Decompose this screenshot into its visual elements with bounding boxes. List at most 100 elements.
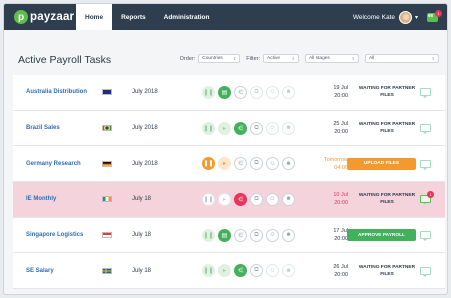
table-row[interactable]: Australia Distribution July 2018 ❚❚ ▤ ⋲ … [13, 75, 445, 111]
stages-select[interactable]: All stages ⇕ [305, 54, 359, 63]
due-date-time: 20:00 [334, 200, 348, 207]
pause-icon[interactable]: ❚❚ [202, 157, 215, 171]
flag-germany-icon [102, 160, 112, 167]
share-icon[interactable]: ⋲ [234, 121, 247, 135]
play-icon[interactable]: ▸ [218, 264, 231, 278]
share-icon[interactable]: ⋲ [234, 264, 247, 278]
flag-sweden-icon [102, 267, 112, 274]
document-icon[interactable]: ▤ [218, 85, 231, 99]
due-date: Tomorrow 04:00 [302, 156, 348, 172]
welcome-text: Welcome Kate [352, 13, 395, 21]
table-row[interactable]: Singapore Logistics July 18 ❚❚ ▤ ⋲ ⧉ ☺ ☻… [13, 217, 445, 254]
avatar[interactable] [398, 10, 412, 24]
comment-icon[interactable] [420, 124, 431, 135]
people-icon[interactable]: ☺ [266, 157, 279, 171]
user-area: Welcome Kate ▾ 98 1 [352, 10, 442, 24]
people-icon[interactable]: ☺ [266, 228, 279, 242]
status-text: WAITING FOR PARTNER FILES [358, 86, 416, 99]
task-name-link[interactable]: SE Salary [26, 268, 54, 274]
play-icon[interactable]: ▸ [218, 157, 231, 171]
action-buttons: ❚❚ ▸ ⋲ ⧉ ☺ ☻ [202, 192, 298, 206]
chevron-down-icon: ⇕ [351, 56, 355, 61]
all-select[interactable]: All ⇕ [365, 54, 439, 63]
people-icon[interactable]: ☺ [266, 192, 279, 206]
copy-icon[interactable]: ⧉ [250, 85, 263, 99]
share-icon[interactable]: ⋲ [234, 85, 247, 99]
pause-icon[interactable]: ❚❚ [202, 85, 215, 99]
share-icon[interactable]: ⋲ [234, 228, 247, 242]
flag-singapore-icon [102, 232, 112, 239]
task-name-link[interactable]: Germany Research [26, 161, 81, 167]
due-date: 25 Jul 20:00 [302, 120, 348, 136]
app-window: p payzaar Home Reports Administration We… [3, 3, 448, 295]
page-title: Active Payroll Tasks [18, 54, 112, 66]
copy-icon[interactable]: ⧉ [250, 157, 263, 171]
pause-icon[interactable]: ❚❚ [202, 121, 215, 135]
comment-badge: 1 [427, 190, 434, 198]
pause-icon[interactable]: ❚❚ [202, 264, 215, 278]
task-name-link[interactable]: IE Monthly [26, 196, 56, 202]
due-date-time: 20:00 [334, 271, 348, 278]
user-group-icon[interactable]: ☻ [282, 85, 295, 99]
due-date: 10 Jul 20:00 [302, 191, 348, 207]
payzaar-logo[interactable]: p payzaar [14, 10, 76, 24]
play-icon[interactable]: ▸ [218, 192, 231, 206]
table-row[interactable]: Brazil Sales July 2018 ❚❚ ▸ ⋲ ⧉ ☺ ☻ 25 J… [13, 110, 445, 147]
due-date-time: 20:00 [334, 93, 348, 100]
task-name-link[interactable]: Singapore Logistics [26, 232, 83, 238]
filter-label: Filter: [246, 55, 260, 62]
task-name-link[interactable]: Brazil Sales [26, 125, 60, 131]
notification-badge: 1 [435, 10, 442, 17]
due-date: 26 Jul 20:00 [302, 263, 348, 279]
logo-mark-icon: p [14, 10, 28, 24]
status-text: WAITING FOR PARTNER FILES [358, 264, 416, 277]
task-name-link[interactable]: Australia Distribution [26, 89, 87, 95]
copy-icon[interactable]: ⧉ [250, 192, 263, 206]
action-buttons: ❚❚ ▸ ⋲ ⧉ ☺ ☻ [202, 121, 298, 135]
tab-administration[interactable]: Administration [155, 4, 219, 30]
user-group-icon[interactable]: ☻ [282, 121, 295, 135]
play-icon[interactable]: ▸ [218, 121, 231, 135]
filter-bar: Order: Countries ⇕ Filter: Active ⇕ All st… [180, 54, 439, 63]
user-group-icon[interactable]: ☻ [282, 228, 295, 242]
flag-australia-icon [102, 89, 112, 96]
pause-icon[interactable]: ❚❚ [202, 192, 215, 206]
filter-select[interactable]: Active ⇕ [263, 54, 299, 63]
table-row[interactable]: IE Monthly July 18 ❚❚ ▸ ⋲ ⧉ ☺ ☻ 10 Jul 20… [13, 182, 445, 218]
payroll-period: July 2018 [132, 160, 158, 167]
comment-icon[interactable] [420, 159, 431, 170]
share-icon[interactable]: ⋲ [234, 192, 247, 206]
filter-select-value: Active [267, 56, 281, 61]
table-row[interactable]: Germany Research July 2018 ❚❚ ▸ ⋲ ⧉ ☺ ☻ … [13, 146, 445, 183]
table-row[interactable]: SE Salary July 18 ❚❚ ▸ ⋲ ⧉ ☺ ☻ 26 Jul 20:… [13, 253, 445, 290]
copy-icon[interactable]: ⧉ [250, 228, 263, 242]
due-date-day: 19 Jul [333, 85, 348, 92]
due-date: 19 Jul 20:00 [302, 84, 348, 100]
notifications-icon[interactable]: 98 1 [427, 10, 442, 23]
status-text: WAITING FOR PARTNER FILES [358, 122, 416, 135]
flag-brazil-icon [102, 125, 112, 132]
comment-icon[interactable] [420, 231, 431, 242]
order-select[interactable]: Countries ⇕ [198, 54, 241, 63]
people-icon[interactable]: ☺ [266, 85, 279, 99]
document-icon[interactable]: ▤ [218, 228, 231, 242]
tab-home[interactable]: Home [76, 4, 113, 30]
chevron-down-icon[interactable]: ▾ [415, 14, 418, 21]
user-group-icon[interactable]: ☻ [282, 264, 295, 278]
due-date-day: 10 Jul [333, 192, 348, 199]
comment-icon[interactable] [420, 266, 431, 277]
logo-text: payzaar [30, 11, 75, 23]
people-icon[interactable]: ☺ [266, 264, 279, 278]
people-icon[interactable]: ☺ [266, 121, 279, 135]
user-group-icon[interactable]: ☻ [282, 157, 295, 171]
share-icon[interactable]: ⋲ [234, 157, 247, 171]
upload-files-button[interactable]: UPLOAD FILES [347, 157, 416, 170]
comment-icon[interactable] [420, 88, 431, 99]
approve-payroll-button[interactable]: APPROVE PAYROLL [347, 229, 416, 242]
user-group-icon[interactable]: ☻ [282, 192, 295, 206]
pause-icon[interactable]: ❚❚ [202, 228, 215, 242]
copy-icon[interactable]: ⧉ [250, 264, 263, 278]
copy-icon[interactable]: ⧉ [250, 121, 263, 135]
chevron-down-icon: ⇕ [431, 56, 435, 61]
tab-reports[interactable]: Reports [112, 4, 155, 30]
